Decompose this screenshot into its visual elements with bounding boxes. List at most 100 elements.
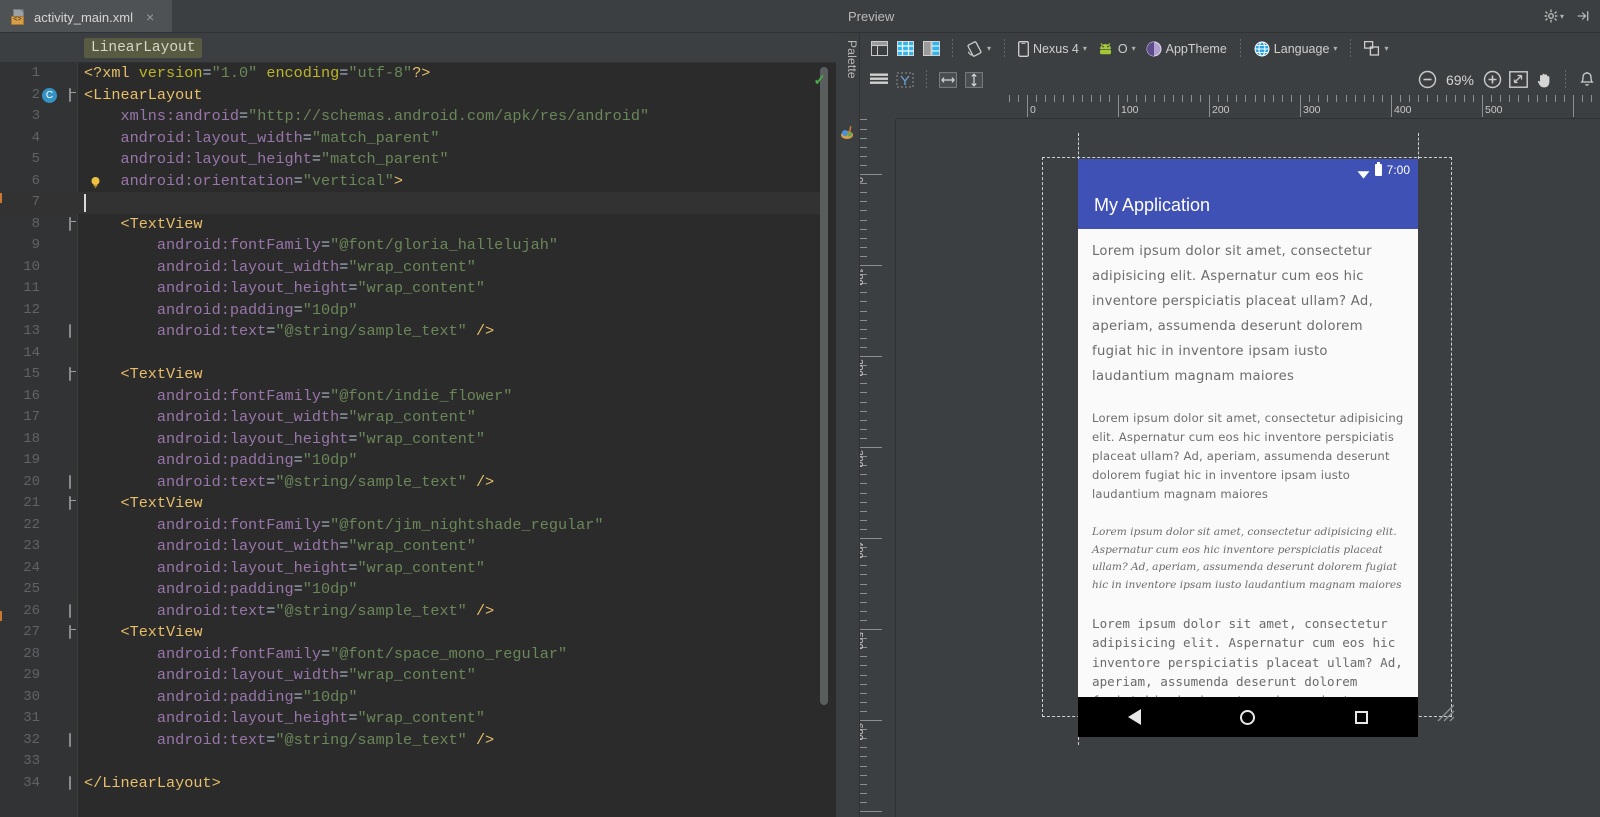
language-button[interactable]: Language ▾ <box>1249 39 1343 59</box>
code-line[interactable]: 6 android:orientation="vertical"> <box>0 171 836 193</box>
code-line[interactable]: 3 xmlns:android="http://schemas.android.… <box>0 106 836 128</box>
code-editor[interactable]: 1 <?xml version="1.0" encoding="utf-8"?> 2… <box>0 63 836 817</box>
line-number: 2 <box>31 86 40 103</box>
code-line[interactable]: 14 <box>0 343 836 365</box>
code-line[interactable]: 13 android:text="@string/sample_text" /> <box>0 321 836 343</box>
fold-collapse-icon[interactable] <box>64 625 75 639</box>
zoom-in-button[interactable] <box>1479 69 1505 91</box>
notifications-button[interactable] <box>1574 69 1600 91</box>
code-line[interactable]: 30 android:padding="10dp" <box>0 687 836 709</box>
code-line[interactable]: 34 </LinearLayout> <box>0 773 836 795</box>
code-text: android:text="@string/sample_text" /> <box>84 730 495 749</box>
show-blueprint-guides-button[interactable] <box>892 69 918 91</box>
nav-home-button[interactable] <box>1240 709 1256 725</box>
code-line[interactable]: 2 C <LinearLayout <box>0 85 836 107</box>
blueprint-mode-button[interactable] <box>892 38 918 60</box>
code-line[interactable]: 9 android:fontFamily="@font/gloria_halle… <box>0 235 836 257</box>
code-line[interactable]: 4 android:layout_width="match_parent" <box>0 128 836 150</box>
ruler-tick <box>1409 95 1411 102</box>
textview-indie-flower: Lorem ipsum dolor sit amet, consectetur … <box>1092 411 1404 501</box>
collapse-panel-icon[interactable] <box>1576 9 1590 23</box>
preview-header: Preview ▾ <box>836 0 1600 33</box>
ruler-tick <box>860 501 867 503</box>
design-surface[interactable]: 7:00 My Application Lorem ipsum dolor si… <box>896 119 1600 817</box>
theme-label: AppTheme <box>1165 41 1227 56</box>
code-line[interactable]: 7 <box>0 192 836 214</box>
code-line[interactable]: 33 <box>0 751 836 773</box>
ruler-tick <box>860 419 867 421</box>
ruler-tick <box>1391 95 1392 117</box>
canvas-resize-handle[interactable] <box>1430 697 1456 723</box>
zoom-out-button[interactable] <box>1415 69 1441 91</box>
ruler-tick <box>1400 95 1402 102</box>
code-content[interactable]: 1 <?xml version="1.0" encoding="utf-8"?> 2… <box>0 63 836 817</box>
code-line[interactable]: 11 android:layout_height="wrap_content" <box>0 278 836 300</box>
theme-button[interactable]: AppTheme <box>1141 39 1232 59</box>
design-canvas-area[interactable]: 0 100 200 300 400 500 0 100 200 300 400 500 600 <box>860 95 1600 817</box>
code-line[interactable]: 8 <TextView <box>0 214 836 236</box>
code-line[interactable]: 15 <TextView <box>0 364 836 386</box>
code-line[interactable]: 5 android:layout_height="match_parent" <box>0 149 836 171</box>
bookmark-icon[interactable]: C <box>42 87 57 103</box>
code-line[interactable]: 25 android:padding="10dp" <box>0 579 836 601</box>
code-line[interactable]: 22 android:fontFamily="@font/jim_nightsh… <box>0 515 836 537</box>
device-button[interactable]: Nexus 4 ▾ <box>1013 39 1092 59</box>
ruler-tick <box>1054 95 1056 102</box>
code-line[interactable]: 18 android:layout_height="wrap_content" <box>0 429 836 451</box>
code-line[interactable]: 10 android:layout_width="wrap_content" <box>0 257 836 279</box>
code-line[interactable]: 24 android:layout_height="wrap_content" <box>0 558 836 580</box>
line-number: 31 <box>23 710 40 726</box>
zoom-to-fit-button[interactable] <box>1505 69 1531 91</box>
code-line[interactable]: 28 android:fontFamily="@font/space_mono_… <box>0 644 836 666</box>
code-line[interactable]: 29 android:layout_width="wrap_content" <box>0 665 836 687</box>
ruler-tick <box>860 574 867 576</box>
code-line[interactable]: 26 android:text="@string/sample_text" /> <box>0 601 836 623</box>
fold-end-icon[interactable] <box>64 732 75 747</box>
code-line[interactable]: 27 <TextView <box>0 622 836 644</box>
fold-end-icon[interactable] <box>64 324 75 338</box>
breadcrumb-item-linearlayout[interactable]: LinearLayout <box>84 37 203 58</box>
code-line[interactable]: 20 android:text="@string/sample_text" /> <box>0 472 836 494</box>
design-mode-button[interactable] <box>866 38 892 60</box>
nav-recents-button[interactable] <box>1355 710 1369 724</box>
ruler-tick <box>860 310 867 312</box>
fold-end-icon[interactable] <box>64 775 75 790</box>
code-line[interactable]: 32 android:text="@string/sample_text" /> <box>0 730 836 752</box>
line-number: 4 <box>31 129 40 146</box>
vertical-constraint-button[interactable] <box>961 69 987 91</box>
device-preview[interactable]: 7:00 My Application Lorem ipsum dolor si… <box>1078 159 1418 737</box>
code-line[interactable]: 12 android:padding="10dp" <box>0 300 836 322</box>
android-studio-window: <> activity_main.xml × LinearLayout 1 <?x… <box>0 0 1600 817</box>
horizontal-constraint-button[interactable] <box>935 69 961 91</box>
code-line[interactable]: 21 <TextView <box>0 493 836 515</box>
language-label: Language <box>1273 41 1330 56</box>
fold-collapse-icon[interactable] <box>64 496 75 510</box>
code-line[interactable]: 17 android:layout_width="wrap_content" <box>0 407 836 429</box>
fold-collapse-icon[interactable] <box>64 367 75 381</box>
fold-collapse-icon[interactable] <box>64 87 75 102</box>
fold-end-icon[interactable] <box>64 603 75 618</box>
code-line[interactable]: 16 android:fontFamily="@font/indie_flowe… <box>0 386 836 408</box>
palette-tool-label[interactable]: Palette <box>845 40 859 100</box>
fold-collapse-icon[interactable] <box>64 216 75 231</box>
tab-activity-main-xml[interactable]: <> activity_main.xml × <box>0 0 172 32</box>
api-level-button[interactable]: O ▾ <box>1092 40 1141 58</box>
layout-variants-button[interactable]: ▾ <box>1359 39 1393 58</box>
code-line[interactable]: 31 android:layout_height="wrap_content" <box>0 708 836 730</box>
ruler-tick <box>860 237 867 239</box>
close-icon[interactable]: × <box>146 10 154 24</box>
ruler-tick <box>1090 95 1092 102</box>
gear-icon[interactable]: ▾ <box>1544 9 1564 23</box>
editor-scrollbar-thumb[interactable] <box>820 67 828 705</box>
orientation-button[interactable]: ▾ <box>961 39 996 59</box>
show-layout-decorations-button[interactable] <box>866 69 892 91</box>
design-and-blueprint-button[interactable] <box>918 38 944 60</box>
line-number: 18 <box>23 430 40 447</box>
code-line[interactable]: 23 android:layout_width="wrap_content" <box>0 536 836 558</box>
nav-back-button[interactable] <box>1127 709 1141 725</box>
palette-rail[interactable]: Palette <box>836 33 860 817</box>
pan-tool-button[interactable] <box>1531 69 1557 91</box>
code-line[interactable]: 1 <?xml version="1.0" encoding="utf-8"?> <box>0 63 836 85</box>
code-line[interactable]: 19 android:padding="10dp" <box>0 450 836 472</box>
fold-end-icon[interactable] <box>64 474 75 489</box>
